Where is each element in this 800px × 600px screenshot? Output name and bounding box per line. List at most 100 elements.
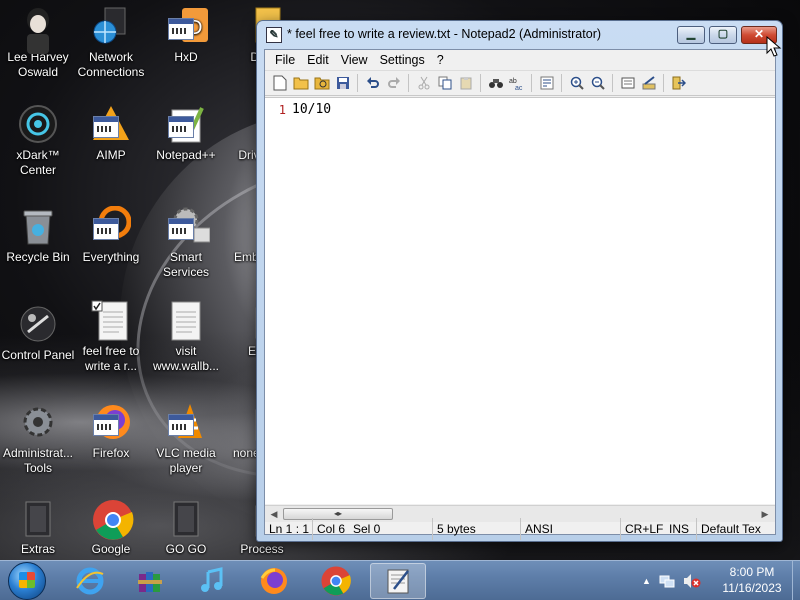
taskbar-clock[interactable]: 8:00 PM 11/16/2023 <box>712 564 792 596</box>
firefox-icon <box>260 568 287 594</box>
redo-icon[interactable] <box>383 73 404 93</box>
desktop-icon-xdark-center[interactable]: xDark™ Center <box>0 104 76 178</box>
copy-icon[interactable] <box>434 73 455 93</box>
zoom-out-icon[interactable] <box>587 73 608 93</box>
vlc-cone-icon <box>166 402 206 442</box>
everything-search-icon <box>91 205 132 246</box>
show-desktop-button[interactable] <box>792 561 800 600</box>
menu-view[interactable]: View <box>335 53 374 67</box>
line-number: 1 <box>278 103 286 117</box>
desktop-icon-control-panel[interactable]: Control Panel <box>0 304 76 363</box>
customize-icon[interactable] <box>638 73 659 93</box>
desktop-icon-label: VLC media player <box>156 446 216 475</box>
maximize-button[interactable]: ▢ <box>709 26 737 44</box>
menu-edit[interactable]: Edit <box>301 53 335 67</box>
status-encoding[interactable]: ANSI <box>521 518 621 540</box>
paste-icon[interactable] <box>455 73 476 93</box>
desktop-icon-label: Process <box>240 542 284 556</box>
control-panel-icon <box>18 304 58 344</box>
show-hidden-icons-button[interactable]: ▲ <box>642 576 651 586</box>
minimize-button[interactable]: ▁ <box>677 26 705 44</box>
status-scheme[interactable]: Default Tex <box>697 518 775 540</box>
start-button[interactable] <box>4 561 50 600</box>
desktop-icon-network-connections[interactable]: Network Connections <box>73 6 149 80</box>
desktop-icon-go-go[interactable]: GO GO <box>148 498 224 557</box>
admin-tools-icon <box>18 402 58 442</box>
desktop-icon-firefox[interactable]: Firefox <box>73 402 149 461</box>
desktop-icon-label: visit www.wallb... <box>152 344 220 373</box>
new-file-icon[interactable] <box>269 73 290 93</box>
svg-text:ab: ab <box>509 78 517 85</box>
volume-muted-icon[interactable] <box>683 573 701 589</box>
desktop-icon-label: Recycle Bin <box>6 250 70 264</box>
status-column: Col 6 <box>317 522 346 536</box>
zoom-in-icon[interactable] <box>566 73 587 93</box>
clock-date: 11/16/2023 <box>722 581 782 595</box>
taskbar-chrome[interactable] <box>308 563 364 599</box>
taskbar-firefox[interactable] <box>246 563 302 599</box>
desktop-icon-label: Notepad++ <box>156 148 216 162</box>
firefox-icon <box>91 402 131 442</box>
taskbar-music-player[interactable] <box>184 563 240 599</box>
menu-settings[interactable]: Settings <box>374 53 431 67</box>
menu-bar: File Edit View Settings ? <box>265 50 775 70</box>
status-file-size: 5 bytes <box>433 518 521 540</box>
desktop-icon-label: xDark™ Center <box>16 148 60 177</box>
menu-help[interactable]: ? <box>431 53 450 67</box>
toolbar-separator <box>531 74 532 92</box>
music-note-icon <box>201 567 223 592</box>
desktop-icon-lee-harvey-oswald[interactable]: Lee Harvey Oswald <box>0 6 76 80</box>
cut-icon[interactable] <box>413 73 434 93</box>
toolbar-separator <box>663 74 664 92</box>
toolbar-separator <box>480 74 481 92</box>
recycle-bin-icon <box>18 206 58 246</box>
folder-icon <box>166 498 206 538</box>
xdark-center-icon <box>18 104 58 144</box>
status-bar: Ln 1 : 1 Col 6 Sel 0 5 bytes ANSI CR+LF … <box>265 518 775 540</box>
network-globe-icon <box>91 6 131 46</box>
network-icon[interactable] <box>659 573 675 589</box>
exit-icon[interactable] <box>668 73 689 93</box>
toolbar-separator <box>612 74 613 92</box>
chrome-icon <box>91 498 134 540</box>
gear-icon <box>166 206 211 246</box>
desktop-icon-review-txt[interactable]: feel free to write a r... <box>73 300 149 374</box>
desktop-icon-administrative-tools[interactable]: Administrat... Tools <box>0 402 76 476</box>
replace-icon[interactable]: ab ac <box>506 73 527 93</box>
desktop-icon-visit-wallb[interactable]: visit www.wallb... <box>148 300 224 374</box>
taskbar-notepad2[interactable] <box>370 563 426 599</box>
status-insert-mode[interactable]: INS <box>665 518 697 540</box>
desktop-icon-notepad-plus-plus[interactable]: Notepad++ <box>148 104 224 163</box>
title-bar[interactable]: ✎ * feel free to write a review.txt - No… <box>257 21 782 49</box>
find-icon[interactable] <box>485 73 506 93</box>
text-editor[interactable]: 1 10/10 <box>265 97 775 504</box>
desktop-icon-everything[interactable]: Everything <box>73 205 149 265</box>
menu-file[interactable]: File <box>269 53 301 67</box>
taskbar-internet-explorer[interactable] <box>62 563 118 599</box>
open-folder-icon[interactable] <box>290 73 311 93</box>
editor-content[interactable]: 10/10 <box>292 102 331 117</box>
desktop-icon-recycle-bin[interactable]: Recycle Bin <box>0 206 76 265</box>
scheme-icon[interactable] <box>617 73 638 93</box>
desktop-icon-google[interactable]: Google <box>73 498 149 557</box>
desktop-icon-hxd[interactable]: D HxD <box>148 6 224 65</box>
internet-explorer-icon <box>76 567 104 595</box>
undo-icon[interactable] <box>362 73 383 93</box>
taskbar-archive-app[interactable] <box>122 563 178 599</box>
desktop-icon-aimp[interactable]: AIMP <box>73 104 149 163</box>
toolbar-separator <box>561 74 562 92</box>
desktop-icon-label: GO GO <box>165 542 207 556</box>
line-number-gutter: 1 <box>265 103 289 503</box>
desktop-icon-extras[interactable]: Extras <box>0 498 76 557</box>
desktop-icon-vlc[interactable]: VLC media player <box>148 402 224 476</box>
winrar-books-icon <box>138 572 162 592</box>
status-eol[interactable]: CR+LF <box>621 518 665 540</box>
word-wrap-icon[interactable] <box>536 73 557 93</box>
toolbar: ab ac <box>265 70 775 96</box>
browse-icon[interactable] <box>311 73 332 93</box>
save-icon[interactable] <box>332 73 353 93</box>
toolbar-separator <box>408 74 409 92</box>
notepad2-app-icon[interactable]: ✎ <box>266 27 282 43</box>
notepad2-window: ✎ * feel free to write a review.txt - No… <box>256 20 783 542</box>
desktop-icon-smart-services[interactable]: Smart Services <box>148 206 224 280</box>
